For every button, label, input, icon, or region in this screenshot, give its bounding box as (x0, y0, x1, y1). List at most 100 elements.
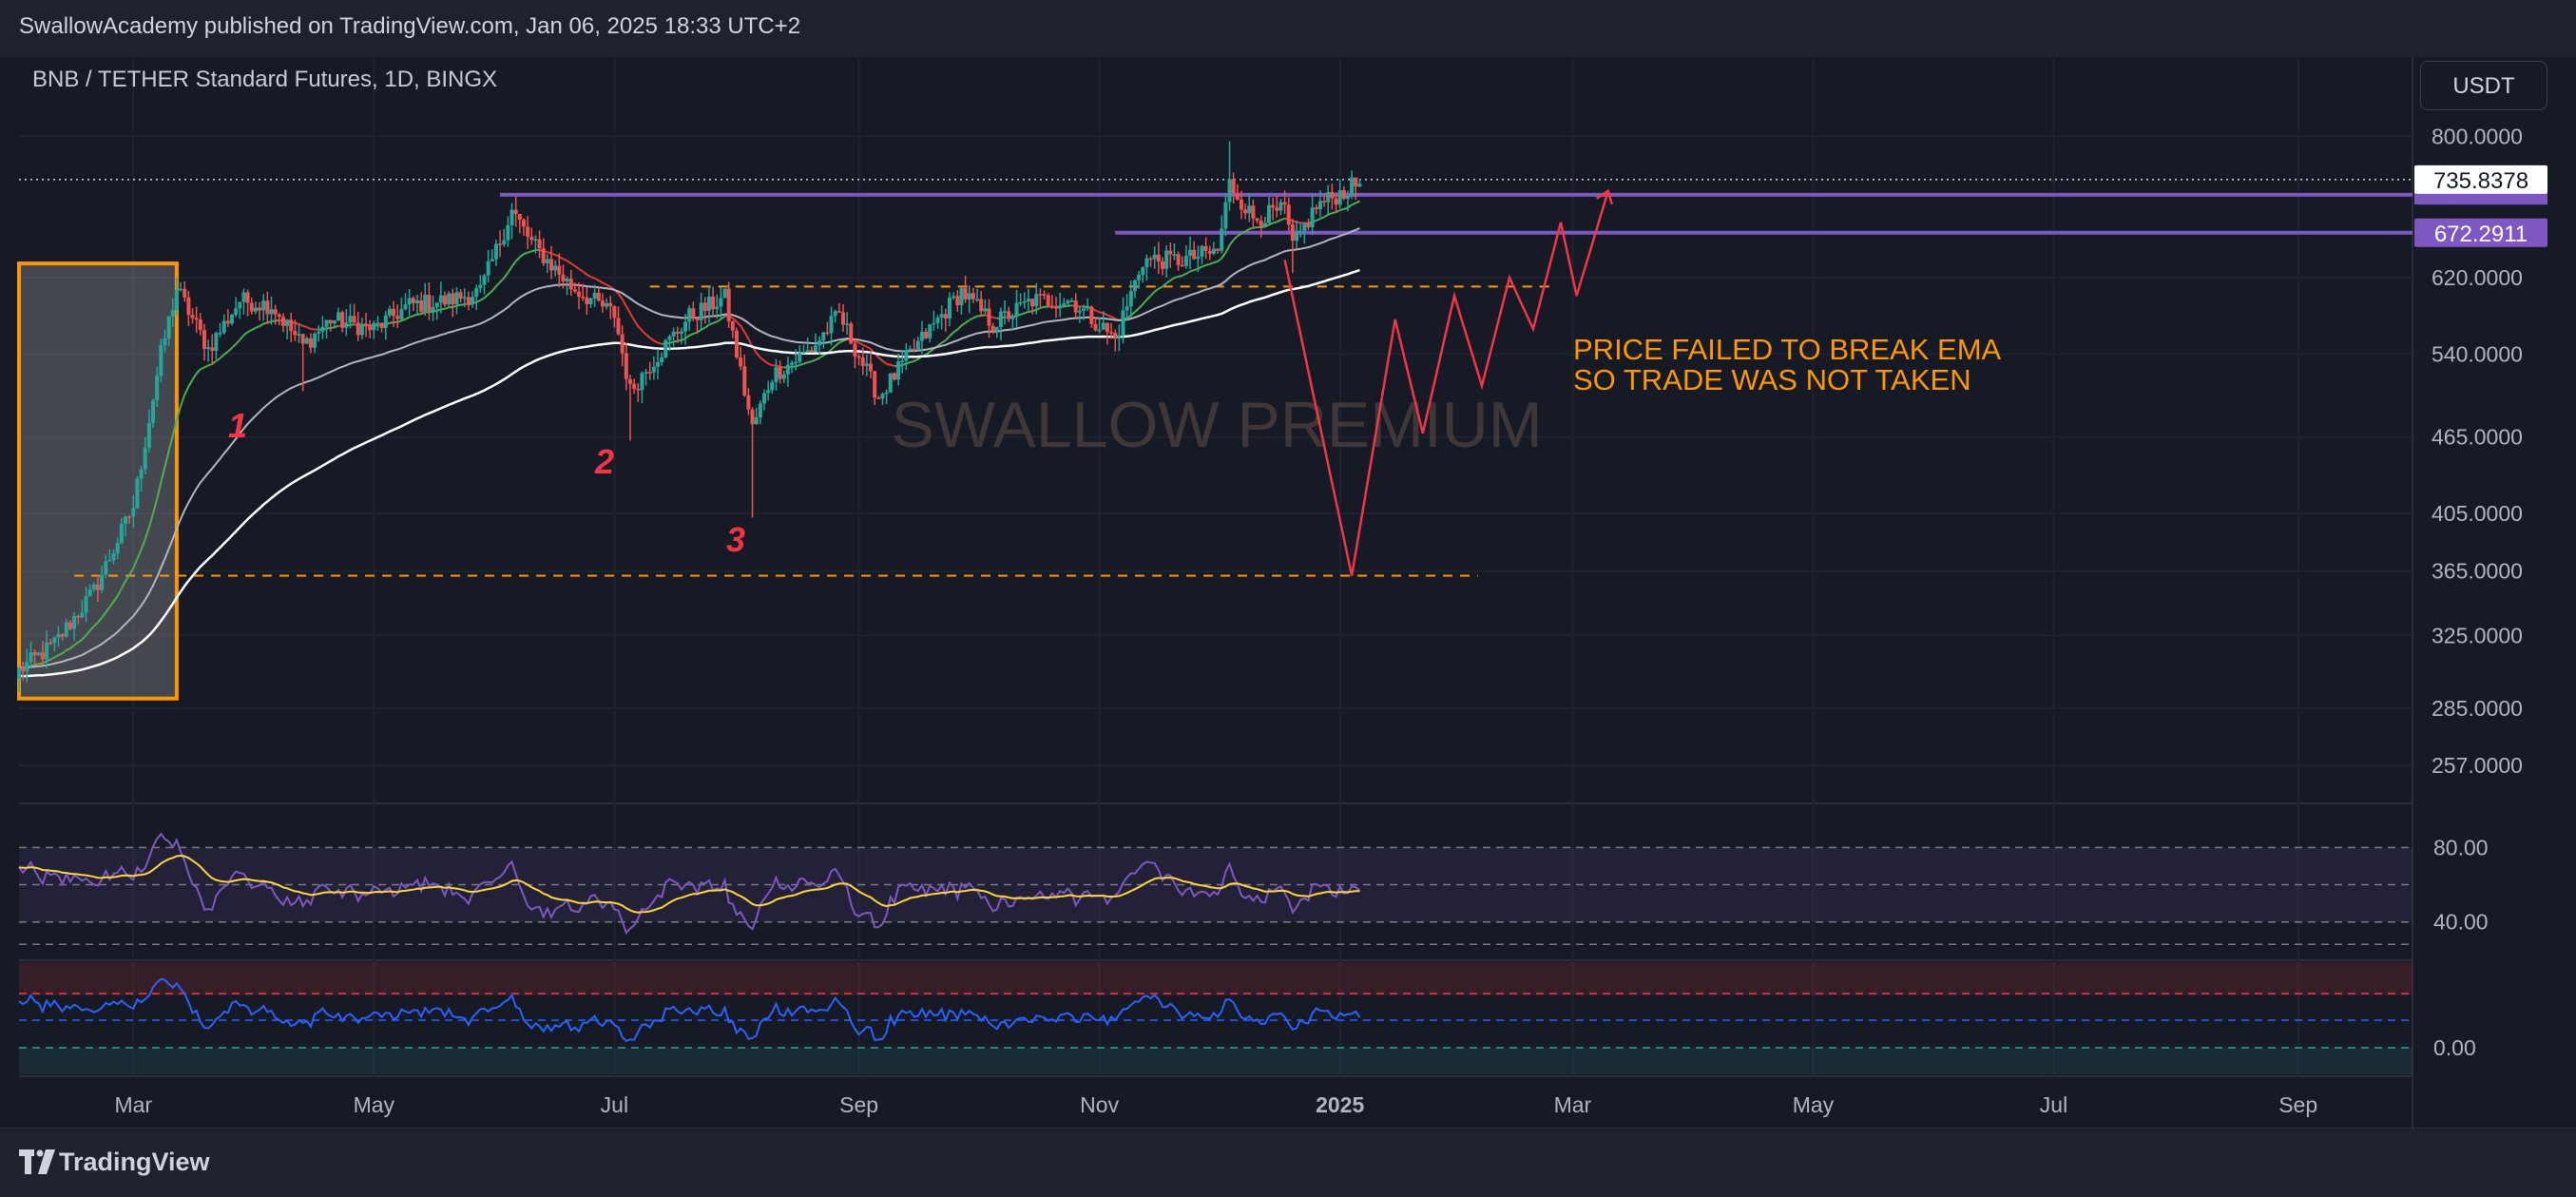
candle-body (199, 319, 202, 330)
candle-body (206, 347, 210, 349)
candle-body (439, 296, 443, 303)
candle-body (636, 389, 640, 391)
ema-20-segment (1166, 280, 1170, 283)
candle-body (782, 375, 786, 379)
ema-20-segment (744, 332, 748, 338)
candle-body (336, 313, 340, 321)
candle-body (542, 248, 546, 263)
candle-body (1251, 205, 1255, 218)
candle-body (159, 345, 163, 376)
candle-body (408, 299, 412, 305)
candle-body (817, 340, 821, 345)
ema-20-segment (248, 330, 252, 332)
time-axis-tick: May (354, 1092, 395, 1117)
ema-20-segment (650, 338, 654, 340)
ema-20-segment (878, 357, 882, 361)
candle-body (1086, 306, 1089, 308)
price-axis-tick: 285.0000 (2432, 696, 2523, 721)
candle-body (261, 300, 265, 310)
ema-20-segment (1214, 261, 1218, 262)
candle-body (825, 333, 829, 335)
time-axis-tick: 2025 (1316, 1092, 1364, 1117)
ema-20-segment (768, 363, 772, 365)
candle-body (1027, 299, 1030, 301)
ema-20-segment (1317, 219, 1320, 221)
ema-20-segment (232, 344, 236, 348)
ema-20-segment (812, 360, 816, 362)
candle-body (1125, 306, 1129, 310)
ema-20-segment (1355, 202, 1359, 203)
candle-body (423, 295, 427, 312)
candle-body (893, 374, 896, 380)
candle-body (845, 323, 849, 325)
candle-body (853, 343, 856, 356)
candle-body (1043, 294, 1047, 296)
candle-body (1015, 303, 1019, 316)
chart-canvas[interactable]: SWALLOW PREMIUM 1 2 3 PRICE FAILED TO BR… (0, 0, 2576, 1196)
candle-body (1236, 193, 1240, 200)
candle-body (85, 596, 88, 612)
ema-20-segment (839, 341, 843, 343)
candle-body (179, 289, 183, 291)
candle-body (959, 288, 963, 305)
candle-body (696, 318, 700, 319)
candle-body (566, 279, 569, 281)
ema-20-segment (256, 326, 260, 328)
candle-body (1181, 265, 1184, 267)
ema-20-segment (1179, 276, 1182, 277)
candle-body (522, 220, 526, 226)
candle-body (356, 322, 360, 335)
time-axis-tick: May (1793, 1092, 1835, 1117)
candle-body (719, 299, 722, 307)
candle-body (100, 575, 104, 590)
candle-body (991, 326, 995, 332)
ema-20-segment (1111, 317, 1115, 319)
candle-body (364, 323, 368, 325)
candle-body (585, 298, 588, 304)
ema-20-segment (946, 337, 950, 340)
candle-body (1291, 224, 1295, 241)
candle-body (1062, 303, 1066, 305)
candle-body (1177, 254, 1181, 265)
ema-20-segment (563, 259, 567, 261)
candle-body (1259, 221, 1263, 226)
currency-selector[interactable]: USDT (2420, 61, 2547, 110)
ema-20-segment (887, 364, 891, 365)
candle-body (1070, 300, 1074, 302)
candle-body (298, 334, 301, 336)
candle-body (1298, 231, 1302, 233)
rsi-axis-tick: 80.00 (2433, 835, 2489, 859)
candle-body (96, 585, 100, 590)
ema-20-segment (406, 318, 410, 319)
candle-body (52, 638, 56, 644)
candle-body (786, 365, 790, 375)
candle-body (151, 400, 155, 423)
candle-body (691, 308, 695, 318)
candle-body (518, 214, 522, 220)
candle-body (305, 338, 309, 344)
ema-20-segment (1218, 259, 1221, 261)
candle-body (608, 303, 612, 306)
ema-20-segment (863, 345, 867, 347)
ema-20-segment (1155, 289, 1159, 292)
candle-body (281, 317, 285, 325)
candle-body (1335, 199, 1338, 205)
candle-body (80, 612, 84, 617)
ema-20-segment (646, 335, 650, 338)
candle-body (76, 616, 80, 618)
ema-20-segment (1021, 313, 1025, 314)
candle-body (384, 316, 388, 328)
candle-body (1330, 192, 1334, 199)
candle-body (1054, 307, 1058, 309)
candle-body (1137, 275, 1141, 280)
ema-20-segment (689, 334, 693, 336)
candle-body (241, 293, 245, 302)
candle-body (759, 403, 762, 417)
ema-20-segment (634, 320, 638, 327)
candle-body (1350, 178, 1354, 196)
candle-body (25, 662, 29, 671)
ema-20-segment (1201, 265, 1205, 267)
candle-body (1153, 255, 1157, 260)
ema-20-segment (1324, 215, 1328, 218)
ema-20-segment (1190, 270, 1194, 271)
